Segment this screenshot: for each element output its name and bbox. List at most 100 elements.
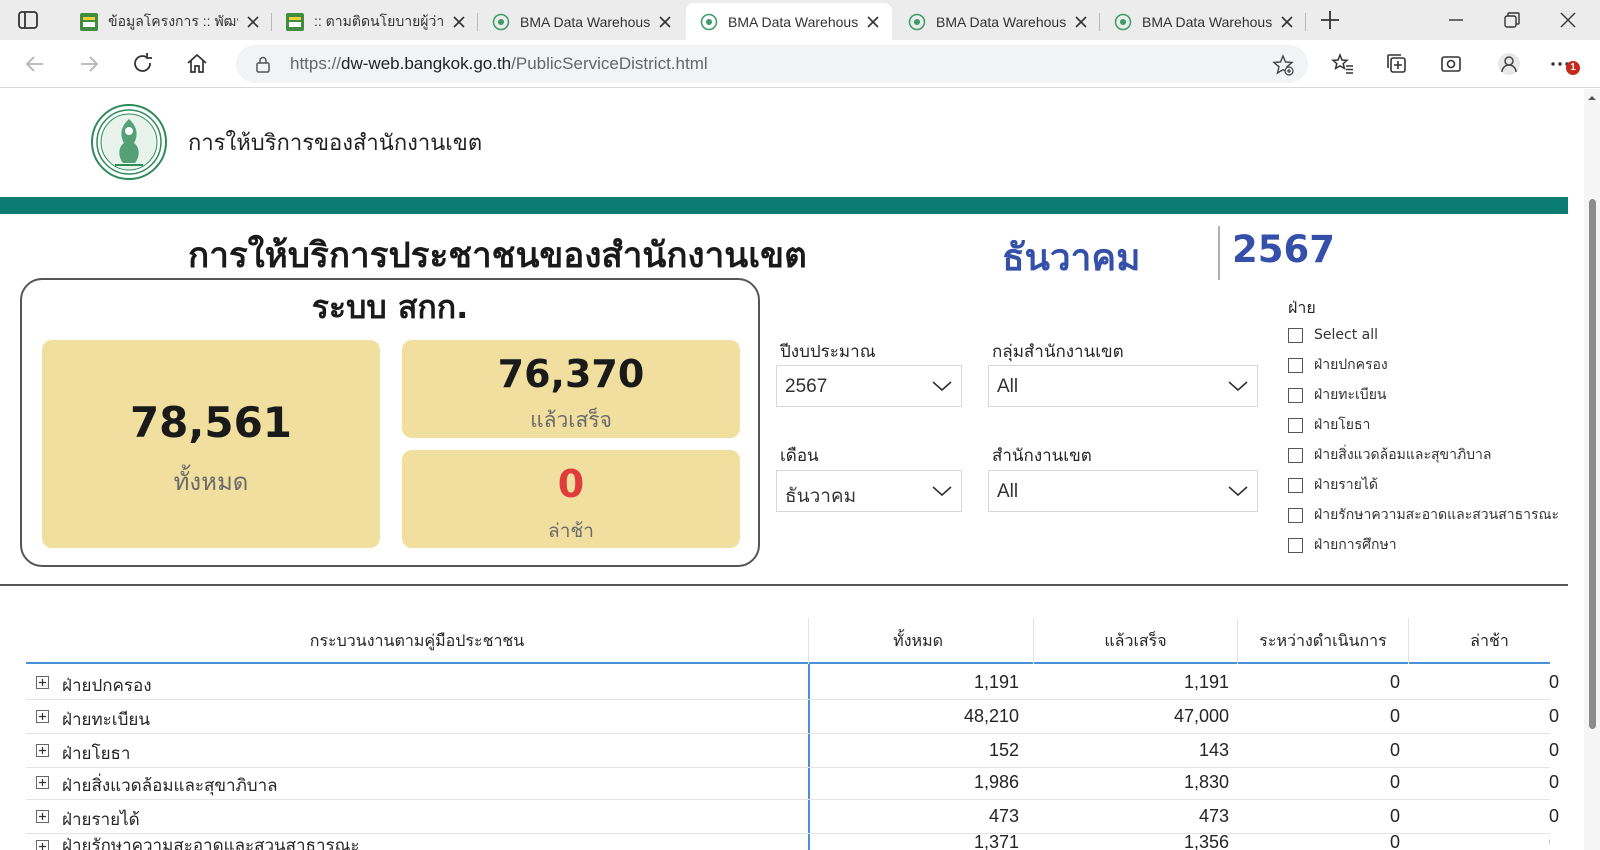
division-option-registration[interactable]: ฝ่ายทะเบียน — [1288, 384, 1386, 406]
close-icon[interactable] — [1278, 13, 1296, 31]
url-host: dw-web.bangkok.go.th — [341, 54, 512, 73]
page-scrollbar[interactable] — [1584, 89, 1600, 850]
screenshot-icon[interactable] — [1438, 51, 1464, 77]
close-window-icon[interactable] — [1556, 8, 1580, 32]
row-completed: 47,000 — [1173, 706, 1229, 726]
close-icon[interactable] — [864, 13, 882, 31]
forward-icon[interactable] — [76, 51, 102, 77]
month-dropdown[interactable]: ธันวาคม — [776, 470, 962, 512]
checkbox[interactable] — [1288, 327, 1303, 343]
division-option-cleanliness-parks[interactable]: ฝ่ายรักษาความสะอาดและสวนสาธารณะ — [1288, 504, 1559, 526]
checkbox[interactable] — [1288, 537, 1303, 553]
division-option-label: Select all — [1314, 327, 1378, 343]
home-icon[interactable] — [184, 51, 210, 77]
division-option-environment[interactable]: ฝ่ายสิ่งแวดล้อมและสุขาภิบาล — [1288, 444, 1492, 466]
kpi-late-label: ล่าช้า — [548, 520, 594, 542]
system-name: ระบบ สกก. — [311, 288, 469, 326]
profile-avatar-icon[interactable] — [1496, 51, 1522, 77]
table-row[interactable]: ฝ่ายโยธา 152 143 0 0 — [26, 734, 1559, 768]
fiscal-year-value: 2567 — [785, 376, 828, 397]
column-header-process[interactable]: กระบวนงานตามคู่มือประชาชน — [26, 618, 808, 664]
division-option-administration[interactable]: ฝ่ายปกครอง — [1288, 354, 1388, 376]
row-process-name: ฝ่ายปกครอง — [62, 676, 152, 696]
tab-title: BMA Data Warehouse — [520, 13, 650, 30]
expand-plus-icon[interactable] — [36, 776, 49, 789]
kpi-late-value: 0 — [557, 462, 585, 506]
division-option-revenue[interactable]: ฝ่ายรายได้ — [1288, 474, 1378, 496]
browser-tab-3[interactable]: BMA Data Warehouse — [478, 3, 684, 40]
bma-seal-icon — [1114, 13, 1132, 30]
table-row[interactable]: ฝ่ายทะเบียน 48,210 47,000 0 0 — [26, 700, 1559, 734]
expand-plus-icon[interactable] — [36, 744, 49, 757]
table-row[interactable]: ฝ่ายสิ่งแวดล้อมและสุขาภิบาล 1,986 1,830 … — [26, 766, 1559, 800]
expand-plus-icon[interactable] — [36, 710, 49, 723]
bma-seal-icon — [908, 13, 926, 30]
division-option-education[interactable]: ฝ่ายการศึกษา — [1288, 534, 1397, 556]
checkbox[interactable] — [1288, 507, 1303, 523]
refresh-icon[interactable] — [130, 51, 156, 77]
column-header-total[interactable]: ทั้งหมด — [809, 618, 1033, 664]
browser-tab-1[interactable]: ข้อมูลโครงการ :: พัฒนา — [66, 3, 272, 40]
site-title: การให้บริการของสำนักงานเขต — [188, 131, 483, 156]
column-header-completed[interactable]: แล้วเสร็จ — [1034, 618, 1237, 664]
row-completed: 473 — [1198, 806, 1229, 826]
add-favorite-icon[interactable] — [1272, 54, 1294, 76]
teal-header-bar — [0, 197, 1568, 214]
browser-tab-2[interactable]: :: ตามติดนโยบายผู้ว่า — [272, 3, 478, 40]
checkbox[interactable] — [1288, 447, 1303, 463]
expand-plus-icon[interactable] — [36, 676, 49, 689]
collections-icon[interactable] — [1384, 51, 1410, 77]
section-divider — [0, 584, 1568, 586]
checkbox[interactable] — [1288, 417, 1303, 433]
back-icon[interactable] — [22, 51, 48, 77]
division-option-public-works[interactable]: ฝ่ายโยธา — [1288, 414, 1370, 436]
checkbox[interactable] — [1288, 357, 1303, 373]
table-row[interactable]: ฝ่ายรักษาความสะอาดและสวนสาธารณะ 1,371 1,… — [26, 830, 1550, 850]
address-bar[interactable]: https://dw-web.bangkok.go.th/PublicServi… — [236, 45, 1308, 83]
tab-actions-icon[interactable] — [17, 9, 39, 31]
tab-title: BMA Data Warehouse — [1142, 13, 1272, 30]
column-header-late[interactable]: ล่าช้า — [1409, 618, 1570, 664]
url-prefix: https:// — [290, 54, 342, 73]
kpi-completed-value: 76,370 — [497, 352, 645, 396]
row-late: 0 — [1548, 740, 1559, 760]
fiscal-year-label: ปีงบประมาณ — [780, 342, 876, 362]
close-icon[interactable] — [1072, 13, 1090, 31]
new-tab-icon[interactable] — [1318, 8, 1342, 32]
minimize-icon[interactable] — [1444, 8, 1468, 32]
column-header-in-progress[interactable]: ระหว่างดำเนินการ — [1238, 618, 1408, 664]
district-group-dropdown[interactable]: All — [988, 365, 1258, 407]
checkbox[interactable] — [1288, 387, 1303, 403]
url-text[interactable]: https://dw-web.bangkok.go.th/PublicServi… — [290, 54, 708, 74]
checkbox[interactable] — [1288, 477, 1303, 493]
division-option-label: ฝ่ายทะเบียน — [1314, 387, 1387, 403]
district-office-dropdown[interactable]: All — [988, 470, 1258, 512]
lock-icon[interactable] — [254, 55, 272, 73]
division-option-label: ฝ่ายสิ่งแวดล้อมและสุขาภิบาล — [1314, 447, 1492, 463]
scroll-up-icon[interactable] — [1587, 93, 1597, 103]
favorites-icon[interactable] — [1330, 51, 1356, 77]
close-icon[interactable] — [244, 13, 262, 31]
row-total: 1,986 — [973, 772, 1019, 792]
restore-icon[interactable] — [1500, 8, 1524, 32]
fiscal-year-dropdown[interactable]: 2567 — [776, 365, 962, 407]
scrollbar-thumb[interactable] — [1589, 199, 1596, 729]
expand-plus-icon[interactable] — [36, 810, 49, 823]
kpi-card-completed: 76,370 แล้วเสร็จ — [402, 340, 740, 438]
row-total: 1,371 — [973, 832, 1019, 850]
expand-plus-icon[interactable] — [36, 840, 49, 850]
title-divider — [1218, 226, 1220, 280]
browser-tab-5[interactable]: BMA Data Warehouse — [894, 3, 1100, 40]
table-row[interactable]: ฝ่ายรายได้ 473 473 0 0 — [26, 800, 1559, 834]
browser-tab-6[interactable]: BMA Data Warehouse — [1100, 3, 1306, 40]
division-option-select-all[interactable]: Select all — [1288, 324, 1378, 346]
table-header: กระบวนงานตามคู่มือประชาชน ทั้งหมด แล้วเส… — [26, 618, 1550, 664]
row-total: 48,210 — [963, 706, 1019, 726]
row-in-progress: 0 — [1389, 672, 1400, 692]
chevron-down-icon — [1228, 486, 1248, 497]
row-process-name: ฝ่ายโยธา — [62, 744, 131, 764]
close-icon[interactable] — [656, 13, 674, 31]
table-row[interactable]: ฝ่ายปกครอง 1,191 1,191 0 0 — [26, 666, 1559, 700]
close-icon[interactable] — [450, 13, 468, 31]
browser-tab-4-active[interactable]: BMA Data Warehouse — [686, 3, 892, 40]
